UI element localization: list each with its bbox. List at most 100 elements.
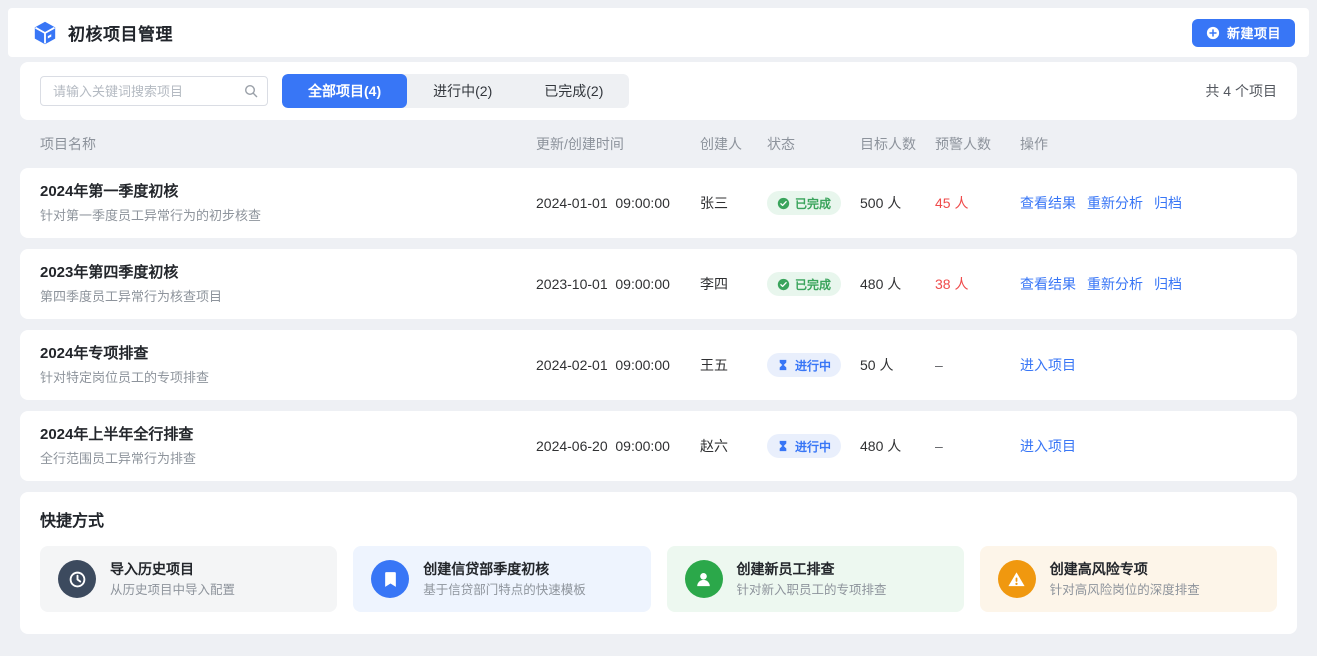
action-link[interactable]: 归档 xyxy=(1154,195,1182,211)
shortcut-card[interactable]: 创建信贷部季度初核基于信贷部门特点的快速模板 xyxy=(353,546,650,612)
action-link[interactable]: 进入项目 xyxy=(1020,357,1076,373)
shortcut-card[interactable]: 创建新员工排查针对新入职员工的专项排查 xyxy=(667,546,964,612)
row-actions: 查看结果重新分析归档 xyxy=(1020,274,1277,294)
target-count: 480 人 xyxy=(860,274,935,294)
status-label: 进行中 xyxy=(795,438,831,455)
user-icon xyxy=(685,560,723,598)
toolbar: 全部项目(4) 进行中(2) 已完成(2) 共 4 个项目 xyxy=(20,62,1297,120)
action-link[interactable]: 查看结果 xyxy=(1020,276,1076,292)
warning-count: 45 人 xyxy=(935,193,1020,213)
project-time: 2024-01-01 09:00:00 xyxy=(536,195,700,211)
project-title: 2023年第四季度初核 xyxy=(40,263,536,283)
box-icon xyxy=(32,20,58,46)
table-row: 2024年第一季度初核针对第一季度员工异常行为的初步核查2024-01-01 0… xyxy=(20,168,1297,238)
tab-all-projects[interactable]: 全部项目(4) xyxy=(282,74,407,108)
hourglass-icon xyxy=(777,440,790,453)
check-circle-icon xyxy=(777,278,790,291)
col-update-time: 更新/创建时间 xyxy=(536,134,700,154)
tab-in-progress[interactable]: 进行中(2) xyxy=(407,74,518,108)
action-link[interactable]: 重新分析 xyxy=(1087,195,1143,211)
col-target-count: 目标人数 xyxy=(860,134,935,154)
shortcut-title: 创建高风险专项 xyxy=(1050,560,1200,578)
shortcuts-panel: 快捷方式 导入历史项目从历史项目中导入配置 创建信贷部季度初核基于信贷部门特点的快… xyxy=(20,492,1297,634)
project-status-cell: 已完成 xyxy=(767,272,860,296)
shortcuts-title: 快捷方式 xyxy=(40,512,1277,532)
project-list: 2024年第一季度初核针对第一季度员工异常行为的初步核查2024-01-01 0… xyxy=(20,168,1297,481)
project-status-cell: 进行中 xyxy=(767,434,860,458)
shortcut-description: 基于信贷部门特点的快速模板 xyxy=(423,583,586,598)
project-description: 第四季度员工异常行为核查项目 xyxy=(40,289,536,305)
col-project-name: 项目名称 xyxy=(40,134,536,154)
search-input[interactable] xyxy=(40,76,268,106)
status-badge: 已完成 xyxy=(767,191,841,215)
bookmark-icon xyxy=(371,560,409,598)
col-actions: 操作 xyxy=(1020,134,1277,154)
clock-icon xyxy=(58,560,96,598)
project-time: 2024-02-01 09:00:00 xyxy=(536,357,700,373)
project-title: 2024年专项排查 xyxy=(40,344,536,364)
project-name-cell: 2024年专项排查针对特定岗位员工的专项排查 xyxy=(40,344,536,386)
project-description: 针对第一季度员工异常行为的初步核查 xyxy=(40,208,536,224)
project-count: 共 4 个项目 xyxy=(1205,81,1277,101)
plus-circle-icon xyxy=(1206,26,1220,40)
content: 全部项目(4) 进行中(2) 已完成(2) 共 4 个项目 项目名称 更新/创建… xyxy=(20,62,1297,634)
project-description: 全行范围员工异常行为排查 xyxy=(40,451,536,467)
target-count: 500 人 xyxy=(860,193,935,213)
status-badge: 进行中 xyxy=(767,353,841,377)
table-header: 项目名称 更新/创建时间 创建人 状态 目标人数 预警人数 操作 xyxy=(20,120,1297,168)
table-row: 2023年第四季度初核第四季度员工异常行为核查项目2023-10-01 09:0… xyxy=(20,249,1297,319)
project-creator: 李四 xyxy=(700,274,767,294)
new-project-button[interactable]: 新建项目 xyxy=(1192,19,1295,47)
shortcut-text: 创建高风险专项针对高风险岗位的深度排查 xyxy=(1050,560,1200,598)
shortcut-card[interactable]: 创建高风险专项针对高风险岗位的深度排查 xyxy=(980,546,1277,612)
project-time: 2023-10-01 09:00:00 xyxy=(536,276,700,292)
col-status: 状态 xyxy=(767,134,860,154)
header-left: 初核项目管理 xyxy=(32,20,173,46)
project-title: 2024年上半年全行排查 xyxy=(40,425,536,445)
project-name-cell: 2024年第一季度初核针对第一季度员工异常行为的初步核查 xyxy=(40,182,536,224)
shortcut-title: 创建信贷部季度初核 xyxy=(423,560,586,578)
target-count: 50 人 xyxy=(860,355,935,375)
hourglass-icon xyxy=(777,359,790,372)
warning-count: – xyxy=(935,438,1020,454)
shortcut-description: 针对高风险岗位的深度排查 xyxy=(1050,583,1200,598)
project-name-cell: 2024年上半年全行排查全行范围员工异常行为排查 xyxy=(40,425,536,467)
project-creator: 张三 xyxy=(700,193,767,213)
search-icon xyxy=(243,83,259,99)
new-project-label: 新建项目 xyxy=(1227,23,1281,42)
row-actions: 进入项目 xyxy=(1020,436,1277,456)
project-name-cell: 2023年第四季度初核第四季度员工异常行为核查项目 xyxy=(40,263,536,305)
header-bar: 初核项目管理 新建项目 xyxy=(8,8,1309,57)
project-time: 2024-06-20 09:00:00 xyxy=(536,438,700,454)
check-circle-icon xyxy=(777,197,790,210)
action-link[interactable]: 归档 xyxy=(1154,276,1182,292)
shortcut-text: 导入历史项目从历史项目中导入配置 xyxy=(110,560,235,598)
col-creator: 创建人 xyxy=(700,134,767,154)
status-badge: 进行中 xyxy=(767,434,841,458)
project-status-cell: 进行中 xyxy=(767,353,860,377)
status-label: 已完成 xyxy=(795,195,831,212)
shortcut-description: 针对新入职员工的专项排查 xyxy=(737,583,887,598)
action-link[interactable]: 查看结果 xyxy=(1020,195,1076,211)
status-label: 进行中 xyxy=(795,357,831,374)
shortcut-card[interactable]: 导入历史项目从历史项目中导入配置 xyxy=(40,546,337,612)
shortcut-cards: 导入历史项目从历史项目中导入配置创建信贷部季度初核基于信贷部门特点的快速模板创建… xyxy=(40,546,1277,612)
shortcut-description: 从历史项目中导入配置 xyxy=(110,583,235,598)
status-label: 已完成 xyxy=(795,276,831,293)
project-title: 2024年第一季度初核 xyxy=(40,182,536,202)
search-box xyxy=(40,76,268,106)
project-description: 针对特定岗位员工的专项排查 xyxy=(40,370,536,386)
action-link[interactable]: 重新分析 xyxy=(1087,276,1143,292)
shortcut-title: 导入历史项目 xyxy=(110,560,235,578)
table-row: 2024年上半年全行排查全行范围员工异常行为排查2024-06-20 09:00… xyxy=(20,411,1297,481)
status-badge: 已完成 xyxy=(767,272,841,296)
action-link[interactable]: 进入项目 xyxy=(1020,438,1076,454)
page-title: 初核项目管理 xyxy=(68,20,173,45)
table-row: 2024年专项排查针对特定岗位员工的专项排查2024-02-01 09:00:0… xyxy=(20,330,1297,400)
col-warning-count: 预警人数 xyxy=(935,134,1020,154)
shortcut-text: 创建新员工排查针对新入职员工的专项排查 xyxy=(737,560,887,598)
warning-count: 38 人 xyxy=(935,274,1020,294)
tab-completed[interactable]: 已完成(2) xyxy=(518,74,629,108)
shortcut-title: 创建新员工排查 xyxy=(737,560,887,578)
row-actions: 查看结果重新分析归档 xyxy=(1020,193,1277,213)
